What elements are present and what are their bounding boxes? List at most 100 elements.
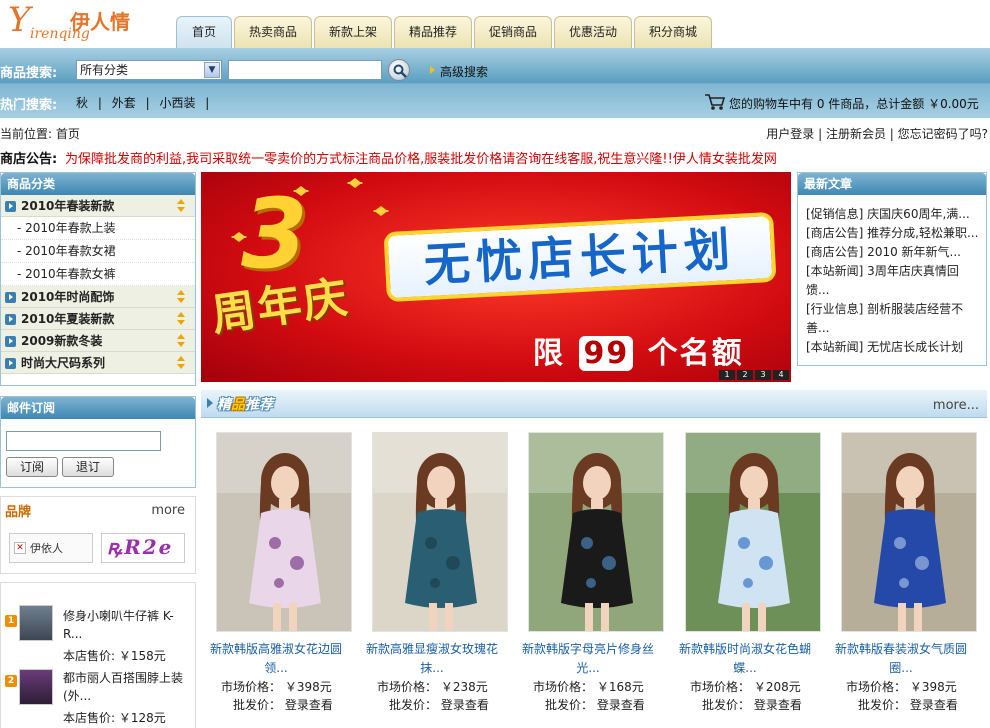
hot-link-coat[interactable]: 外套 xyxy=(112,96,136,110)
product-market-price: 市场价格： ￥168元 xyxy=(533,680,644,694)
product-card[interactable]: 新款韩版时尚淑女花色蝴蝶... 市场价格： ￥208元批发价： 登录查看 xyxy=(670,430,821,728)
brand-logo[interactable]: ✕ 伊依人 xyxy=(9,533,93,563)
site-logo[interactable]: Y 伊人情 irenqing xyxy=(8,2,168,44)
product-name[interactable]: 新款高雅显瘦淑女玫瑰花抹... xyxy=(357,640,507,678)
category-sub-item[interactable]: - 2010年春款女裤 xyxy=(1,263,195,286)
product-wholesale-price: 批发价： 登录查看 xyxy=(702,698,802,712)
sort-arrows-icon xyxy=(177,199,185,213)
brand-title: 品牌 xyxy=(5,505,32,520)
news-item[interactable]: [本站新闻] 3周年店庆真情回馈... xyxy=(806,262,980,300)
news-item[interactable]: [商店公告] 推荐分成,轻松兼职... xyxy=(806,224,980,243)
unsubscribe-button[interactable]: 退订 xyxy=(62,457,114,477)
subscribe-button[interactable]: 订阅 xyxy=(6,457,58,477)
list-item[interactable]: 2 都市丽人百搭围脖上装(外... 本店售价: ￥128元 xyxy=(1,667,197,727)
news-item[interactable]: [行业信息] 剖析服装店经营不善... xyxy=(806,300,980,338)
brand-logo[interactable]: ꝶR2e xyxy=(101,533,185,563)
advanced-search-link[interactable]: 高级搜索 xyxy=(440,63,488,80)
hot-link-blazer[interactable]: 小西装 xyxy=(159,96,195,110)
product-name[interactable]: 新款韩版时尚淑女花色蝴蝶... xyxy=(670,640,820,678)
category-panel: 商品分类 2010年春装新款 - 2010年春款上装 - 2010年春款女裙 -… xyxy=(0,172,196,386)
email-field[interactable] xyxy=(6,431,161,451)
product-name[interactable]: 新款韩版高雅淑女花边圆领... xyxy=(201,640,351,678)
cart-icon[interactable] xyxy=(704,93,726,111)
product-card[interactable]: 新款高雅显瘦淑女玫瑰花抹... 市场价格： ￥238元 批发价： 登录查看 xyxy=(357,430,508,728)
category-select[interactable]: 所有分类 ▼ xyxy=(76,60,222,80)
nav-tab-hot[interactable]: 热卖商品 xyxy=(234,16,312,48)
rank-badge: 1 xyxy=(5,615,17,627)
category-group[interactable]: 2009新款冬装 xyxy=(1,330,195,352)
banner-page-3[interactable]: 3 xyxy=(755,370,771,380)
nav-tab-points[interactable]: 积分商城 xyxy=(634,16,712,48)
promo-banner[interactable]: 3 周年庆 无忧店长计划 限 99 个名额 1 2 3 4 xyxy=(201,172,791,382)
banner-anniversary-text: 周年庆 xyxy=(208,271,353,342)
product-photo xyxy=(529,433,663,631)
category-group[interactable]: 2010年夏装新款 xyxy=(1,308,195,330)
nav-tab-deals[interactable]: 优惠活动 xyxy=(554,16,632,48)
logo-subtitle: irenqing xyxy=(30,26,90,42)
news-item[interactable]: [促销信息] 庆国庆60周年,满... xyxy=(806,205,980,224)
nav-tab-home[interactable]: 首页 xyxy=(176,16,232,48)
cart-summary[interactable]: 您的购物车中有 0 件商品，总计金额 ￥0.00元 xyxy=(729,95,979,112)
product-thumbnail[interactable] xyxy=(19,605,53,641)
product-image[interactable] xyxy=(216,432,352,632)
brand-panel: 品牌 more ✕ 伊依人 ꝶR2e xyxy=(0,496,196,574)
product-photo xyxy=(842,433,976,631)
product-card[interactable]: 新款韩版字母亮片修身丝光... 市场价格： ￥168元 批发价： 登录查看 xyxy=(513,430,664,728)
category-group[interactable]: 时尚大尺码系列 xyxy=(1,352,195,374)
category-group-label: 2009新款冬装 xyxy=(21,334,103,348)
search-bar: 商品搜索: 所有分类 ▼ 高级搜索 热门搜索: 秋 | 外套 | 小西装 | 您… xyxy=(0,48,990,118)
category-group[interactable]: 2010年春装新款 xyxy=(1,195,195,217)
main-nav: 首页 热卖商品 新款上架 精品推荐 促销商品 优惠活动 积分商城 xyxy=(176,16,714,48)
featured-title-b: 品 xyxy=(231,397,245,413)
category-sub-item[interactable]: - 2010年春款女裙 xyxy=(1,240,195,263)
product-image[interactable] xyxy=(841,432,977,632)
user-links[interactable]: 用户登录 | 注册新会员 | 您忘记密码了吗? xyxy=(766,125,988,142)
product-thumbnail[interactable] xyxy=(19,669,53,705)
search-input[interactable] xyxy=(228,60,382,80)
category-sub-item[interactable]: - 2010年春款上装 xyxy=(1,217,195,240)
side-product-name[interactable]: 都市丽人百搭围脖上装(外... xyxy=(63,669,189,705)
product-image[interactable] xyxy=(528,432,664,632)
notice-text: 为保障批发商的利益,我司采取统一零卖价的方式标注商品价格,服装批发价格请咨询在线… xyxy=(65,152,777,167)
list-item[interactable]: 1 修身小喇叭牛仔裤 K-R... 本店售价: ￥158元 xyxy=(1,603,197,663)
chevron-down-icon[interactable]: ▼ xyxy=(204,62,220,78)
side-product-price: 本店售价: ￥128元 xyxy=(63,711,166,725)
nav-tab-featured[interactable]: 精品推荐 xyxy=(394,16,472,48)
separator: | xyxy=(97,96,102,110)
product-market-price: 市场价格： ￥398元 xyxy=(846,680,957,694)
product-market-price: 市场价格： ￥398元 xyxy=(221,680,332,694)
news-item[interactable]: [商店公告] 2010 新年新气... xyxy=(806,243,980,262)
news-panel: 最新文章 [促销信息] 庆国庆60周年,满... [商店公告] 推荐分成,轻松兼… xyxy=(797,172,987,366)
separator: | xyxy=(145,96,150,110)
product-name[interactable]: 新款韩版字母亮片修身丝光... xyxy=(513,640,663,678)
news-item[interactable]: [本站新闻] 无忧店长成长计划 xyxy=(806,338,980,357)
brand-more-link[interactable]: more xyxy=(151,503,185,518)
broken-image-icon: ✕ xyxy=(14,542,26,554)
news-list: [促销信息] 庆国庆60周年,满... [商店公告] 推荐分成,轻松兼职... … xyxy=(798,195,986,357)
product-image[interactable] xyxy=(372,432,508,632)
nav-tab-new[interactable]: 新款上架 xyxy=(314,16,392,48)
banner-page-2[interactable]: 2 xyxy=(737,370,753,380)
banner-limit-pre: 限 xyxy=(533,336,565,371)
banner-page-4[interactable]: 4 xyxy=(773,370,789,380)
product-photo xyxy=(686,433,820,631)
product-name[interactable]: 新款韩版春装淑女气质圆圈... xyxy=(826,640,976,678)
product-card[interactable]: 新款韩版高雅淑女花边圆领... 市场价格： ￥398元 批发价： 登录查看 xyxy=(201,430,352,728)
search-button[interactable] xyxy=(388,59,410,81)
product-photo xyxy=(217,433,351,631)
nav-tab-promo[interactable]: 促销商品 xyxy=(474,16,552,48)
arrow-right-icon xyxy=(207,398,213,408)
mail-subscribe-panel: 邮件订阅 订阅 退订 xyxy=(0,396,196,488)
featured-header: 精品推荐 more... xyxy=(201,390,987,418)
product-card[interactable]: 新款韩版春装淑女气质圆圈... 市场价格： ￥398元 批发价： 登录查看 xyxy=(826,430,977,728)
breadcrumb: 当前位置: 首页 xyxy=(0,127,80,141)
category-group[interactable]: 2010年时尚配饰 xyxy=(1,286,195,308)
side-product-name[interactable]: 修身小喇叭牛仔裤 K-R... xyxy=(63,607,189,643)
hot-link-autumn[interactable]: 秋 xyxy=(76,96,88,110)
product-market-price: 市场价格： ￥208元 xyxy=(690,680,801,694)
product-wholesale-price: 批发价： 登录查看 xyxy=(389,698,489,712)
featured-more-link[interactable]: more... xyxy=(933,398,979,413)
banner-page-1[interactable]: 1 xyxy=(719,370,735,380)
category-group-label: 时尚大尺码系列 xyxy=(21,356,106,370)
product-image[interactable] xyxy=(685,432,821,632)
